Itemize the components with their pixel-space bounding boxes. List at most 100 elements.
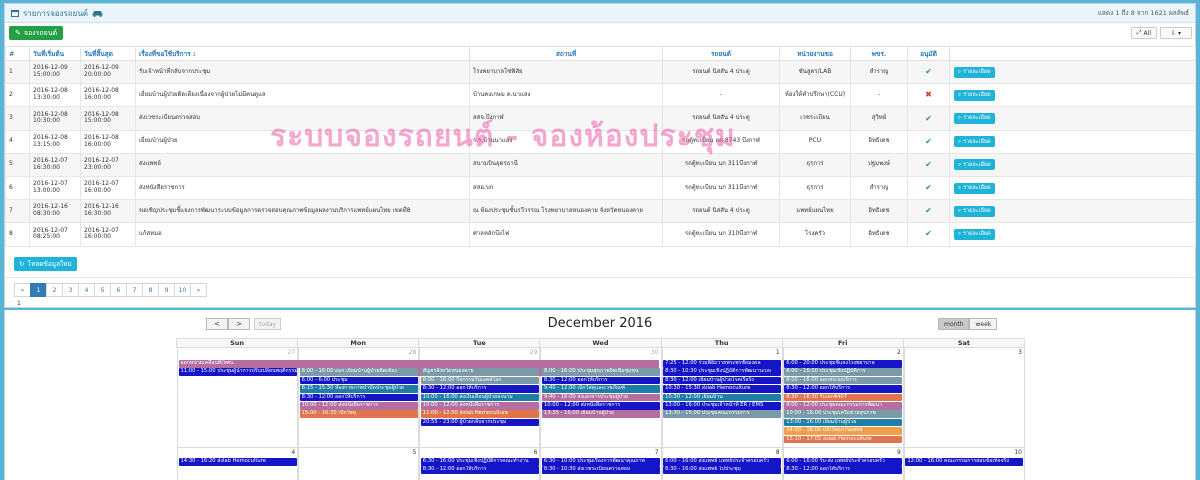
pagination-page-2[interactable]: 2 (46, 283, 63, 297)
calendar-event[interactable]: 14:00 - 16:00 เบิกวัสดุการแพทย์ (784, 427, 903, 435)
view-week-button[interactable]: week (969, 318, 998, 330)
day-header-tue: Tue (418, 338, 541, 348)
calendar-event[interactable]: 10:30 - 15:30 ส่งlab Hemoculture (663, 385, 782, 393)
calendar-event[interactable]: 6:00 - 20:00 ประชุมชี้แจงโรงพยาบาล (784, 360, 903, 368)
col-header-start[interactable]: วันที่เริ่มต้น (29, 46, 81, 61)
calendar-event[interactable]: 9:00 - 12:00 ประชุมคณะกรรมการพัฒนา (784, 402, 903, 410)
calendar-event[interactable]: 8:00 - 16:00 ออกหน่วยบริการ (784, 376, 903, 385)
calendar-event[interactable]: 8:30 - 12:00 ออกให้บริการ (784, 466, 903, 474)
pagination-page-3[interactable]: 3 (62, 283, 79, 297)
calendar-event[interactable]: 10:00 - 12:00 ส่งหนังสือราชการ (299, 402, 418, 410)
calendar-event[interactable]: 8:30 - 16:30 รับเอ็กซ์407 (784, 393, 903, 402)
calendar-day-header: Sun Mon Tue Wed Thu Fri Sat (176, 338, 1025, 348)
calendar-event[interactable]: 8:30 - 12:00 ออกให้บริการ (420, 385, 539, 393)
calendar-event[interactable]: 10:30 - 12:00 เยี่ยมบ้าน (663, 393, 782, 402)
calendar-event[interactable]: 8:30 - 10:30 ประชุมเชิงปฏิบัติการพัฒนาระ… (663, 368, 782, 376)
calendar-event[interactable]: 8:30 - 12:00 ออกให้บริการ (299, 393, 418, 402)
calendar-event[interactable]: 15:10 - 17:05 ส่งlab Hemoculture (784, 435, 903, 444)
cell-car: รถตู้ทะเบียน นก 311บึงกาฬ (662, 152, 780, 177)
calendar-event[interactable]: 10:00 - 12:00 ส่งหนังสือราชการ (541, 402, 661, 410)
calendar-event[interactable]: 8:30 - 10:30 ส่งเวชระเบียนตรวจสอบ (541, 466, 661, 474)
calendar-event[interactable]: 13:00 - 16:00 เยี่ยมบ้านผู้ป่วย (784, 418, 903, 427)
col-header-no[interactable]: # (5, 46, 30, 61)
calendar-event[interactable]: 8:30 - 12:00 ออกให้บริการ (420, 466, 539, 474)
calendar-day-cell[interactable]: 5 (298, 448, 420, 480)
calendar-event[interactable]: 6:00 - 16:00 ส่งแพทย์ แพทย์ประจำครอบครัว (663, 458, 782, 466)
pagination-page-6[interactable]: 6 (110, 283, 127, 297)
calendar-event[interactable]: 8:00 - 16:00 กิจกรรมวันเอดส์โลก (420, 376, 539, 385)
detail-button[interactable]: ⌕ รายละเอียด (954, 159, 995, 171)
calendar-event[interactable]: 15:00 - 16:30 เบิกวัสดุ (299, 410, 418, 418)
calendar-event[interactable]: ออกหน่วยเคลื่อนที่(ทศบ. (178, 360, 659, 368)
col-header-dept[interactable]: หน่วยงานขอ (779, 46, 851, 61)
pagination-page-1[interactable]: 1 (30, 283, 47, 297)
pagination-page-4[interactable]: 4 (78, 283, 95, 297)
pagination-page-5[interactable]: 5 (94, 283, 111, 297)
calendar-event[interactable]: 13:30 - 15:00 ประชุมคณะกรรมการ (663, 410, 782, 418)
detail-button[interactable]: ⌕ รายละเอียด (954, 112, 995, 124)
cell-dept: ธุรการ (779, 175, 851, 201)
show-all-label: All (1143, 29, 1151, 37)
detail-button[interactable]: ⌕ รายละเอียด (954, 228, 995, 240)
calendar-grid: Sun Mon Tue Wed Thu Fri Sat 27 28 29 30 1 2 3 อ… (176, 338, 1025, 480)
calendar-event[interactable]: 10:00 - 16:00 ประชุมเครือข่ายสุขภาพ (784, 410, 903, 418)
col-header-end[interactable]: วันที่สิ้นสุด (80, 46, 136, 61)
day-header-sat: Sat (902, 338, 1025, 348)
calendar-event[interactable]: 8:00 - 16:00 ออก เยี่ยมบ้านผู้ป่วยติดเตี… (299, 368, 418, 376)
calendar-event[interactable]: 6:30 - 10:00 ประชุมเรื่องการพัฒนาคุณภาพ (541, 458, 661, 466)
calendar-event[interactable]: 6:00 - 16:00 รับ-ส่ง แพทย์ประจำครอบครัว (784, 458, 903, 466)
calendar-event[interactable]: 11:00 - 12:50 ส่งlab Hemoculture (420, 410, 539, 418)
calendar-event[interactable]: 12:00 - 16:00 คณะกรรมการสอบข้อเท็จจริง (905, 458, 1024, 466)
calendar-event[interactable]: 9:40 - 16:00 ส่งเอกสารประชุมผู้ป่วย (541, 393, 661, 402)
cell-subject: เยี่ยมบ้านผู้ป่วย (135, 129, 470, 154)
col-header-place[interactable]: สถานที่ (469, 46, 663, 61)
pagination-page-8[interactable]: 8 (142, 283, 159, 297)
calendar-event[interactable]: สัญจรจังหวัดหนองคาย (420, 368, 539, 376)
pagination-page-7[interactable]: 7 (126, 283, 143, 297)
pagination-page-10[interactable]: 10 (174, 283, 191, 297)
reload-data-button[interactable]: ↻ โหลดข้อมูลใหม่ (14, 257, 77, 271)
cell-car: รถยนต์ นิสสัน 4 ประตู (662, 199, 780, 224)
detail-button[interactable]: ⌕ รายละเอียด (954, 89, 995, 101)
detail-button[interactable]: ⌕ รายละเอียด (954, 182, 995, 194)
calendar-day-cell[interactable]: 3 (903, 348, 1025, 447)
calendar-event[interactable]: 8:30 - 12:00 ออกให้บริการ (541, 376, 661, 385)
pagination-prev[interactable]: « (14, 283, 31, 297)
view-month-button[interactable]: month (938, 318, 970, 330)
cell-dept: PCU (779, 129, 851, 154)
cell-car: รถยนต์ นิสสัน 4 ประตู (662, 59, 780, 85)
calendar-event[interactable]: 7:25 - 12:00 ร่วมพิธีถวายพระพรชัยมงคล (663, 360, 782, 368)
calendar-event[interactable]: 10:00 - 12:00 ส่งหนังสือราชการ (420, 402, 539, 410)
pagination-next[interactable]: » (190, 283, 207, 297)
calendar-event[interactable]: 11:00 - 15:00 ประชุมผู้นำการปรับเปลี่ยนพ… (178, 368, 297, 376)
calendar-event[interactable]: 13:35 - 16:00 เยี่ยมบ้านผู้ป่วย (541, 410, 661, 418)
new-booking-button[interactable]: ✎ จองรถยนต์ (9, 26, 64, 40)
calendar-event[interactable]: 8:30 - 12:00 ออกให้บริการ (784, 385, 903, 393)
cell-end: 2016-12-09 20:00:00 (80, 59, 136, 85)
col-header-driver[interactable]: พขร. (850, 46, 908, 61)
calendar-event[interactable]: 9:40 - 12:00 เบิกวัสดุและเวชภัณฑ์ (541, 385, 661, 393)
show-all-button[interactable]: ⤢ All (1130, 27, 1157, 39)
export-dropdown[interactable]: ⇩ ▾ (1160, 27, 1192, 39)
calendar-event[interactable]: 6:00 - 6:00 ประชุม (299, 376, 418, 385)
calendar-event[interactable]: 6:30 - 16:00 ประชุมเชิงปฏิบัติการคณะทำงา… (420, 458, 539, 466)
search-icon: ⌕ (958, 115, 962, 122)
col-header-approved[interactable]: อนุมัติ (907, 46, 950, 61)
calendar-event[interactable]: 6:30 - 16:00 ส่งแพทย์ ไปประชุม (663, 466, 782, 474)
table-row: 4 2016-12-08 13:15:00 2016-12-08 16:00:00 เ… (5, 129, 1196, 154)
calendar-event[interactable]: 8:00 - 16:00 ประชุมสุขภาพจิตเพื่อชุมชน (541, 368, 661, 376)
calendar-event[interactable]: 8:00 - 16:00 ประชุมเชิงปฏิบัติการ (784, 368, 903, 376)
calendar-event[interactable]: 10:00 - 16:00 ส่งเงินเดือนผู้ป่วยลงนาม (420, 393, 539, 402)
detail-button[interactable]: ⌕ รายละเอียด (954, 136, 995, 148)
calendar-event[interactable]: 8:30 - 12:00 เยี่ยมบ้านผู้ป่วยโรคเรื้อรั… (663, 376, 782, 385)
detail-button[interactable]: ⌕ รายละเอียด (954, 66, 995, 78)
calendar-event[interactable]: 20:55 - 23:00 ผู้ป่วยกลับจากประชุม (420, 418, 539, 427)
col-header-car[interactable]: รถยนต์ (662, 46, 780, 61)
booking-table: # วันที่เริ่มต้น วันที่สิ้นสุด เรื่องที่… (5, 46, 1196, 247)
calendar-event[interactable]: 13:00 - 16:00 ประชุมเจ้าหน้าที่ ER / EMS (663, 402, 782, 410)
calendar-event[interactable]: 8:15 - 15:30 ห้องกายภาพบำบัดประชุมผู้ป่ว… (299, 385, 418, 393)
pagination-page-9[interactable]: 9 (158, 283, 175, 297)
detail-button[interactable]: ⌕ รายละเอียด (954, 205, 995, 217)
calendar-event[interactable]: 14:30 - 16:20 ส่งlab Hemoculture (178, 458, 297, 466)
col-header-subject[interactable]: เรื่องที่ขอใช้บริการ : (135, 46, 470, 61)
